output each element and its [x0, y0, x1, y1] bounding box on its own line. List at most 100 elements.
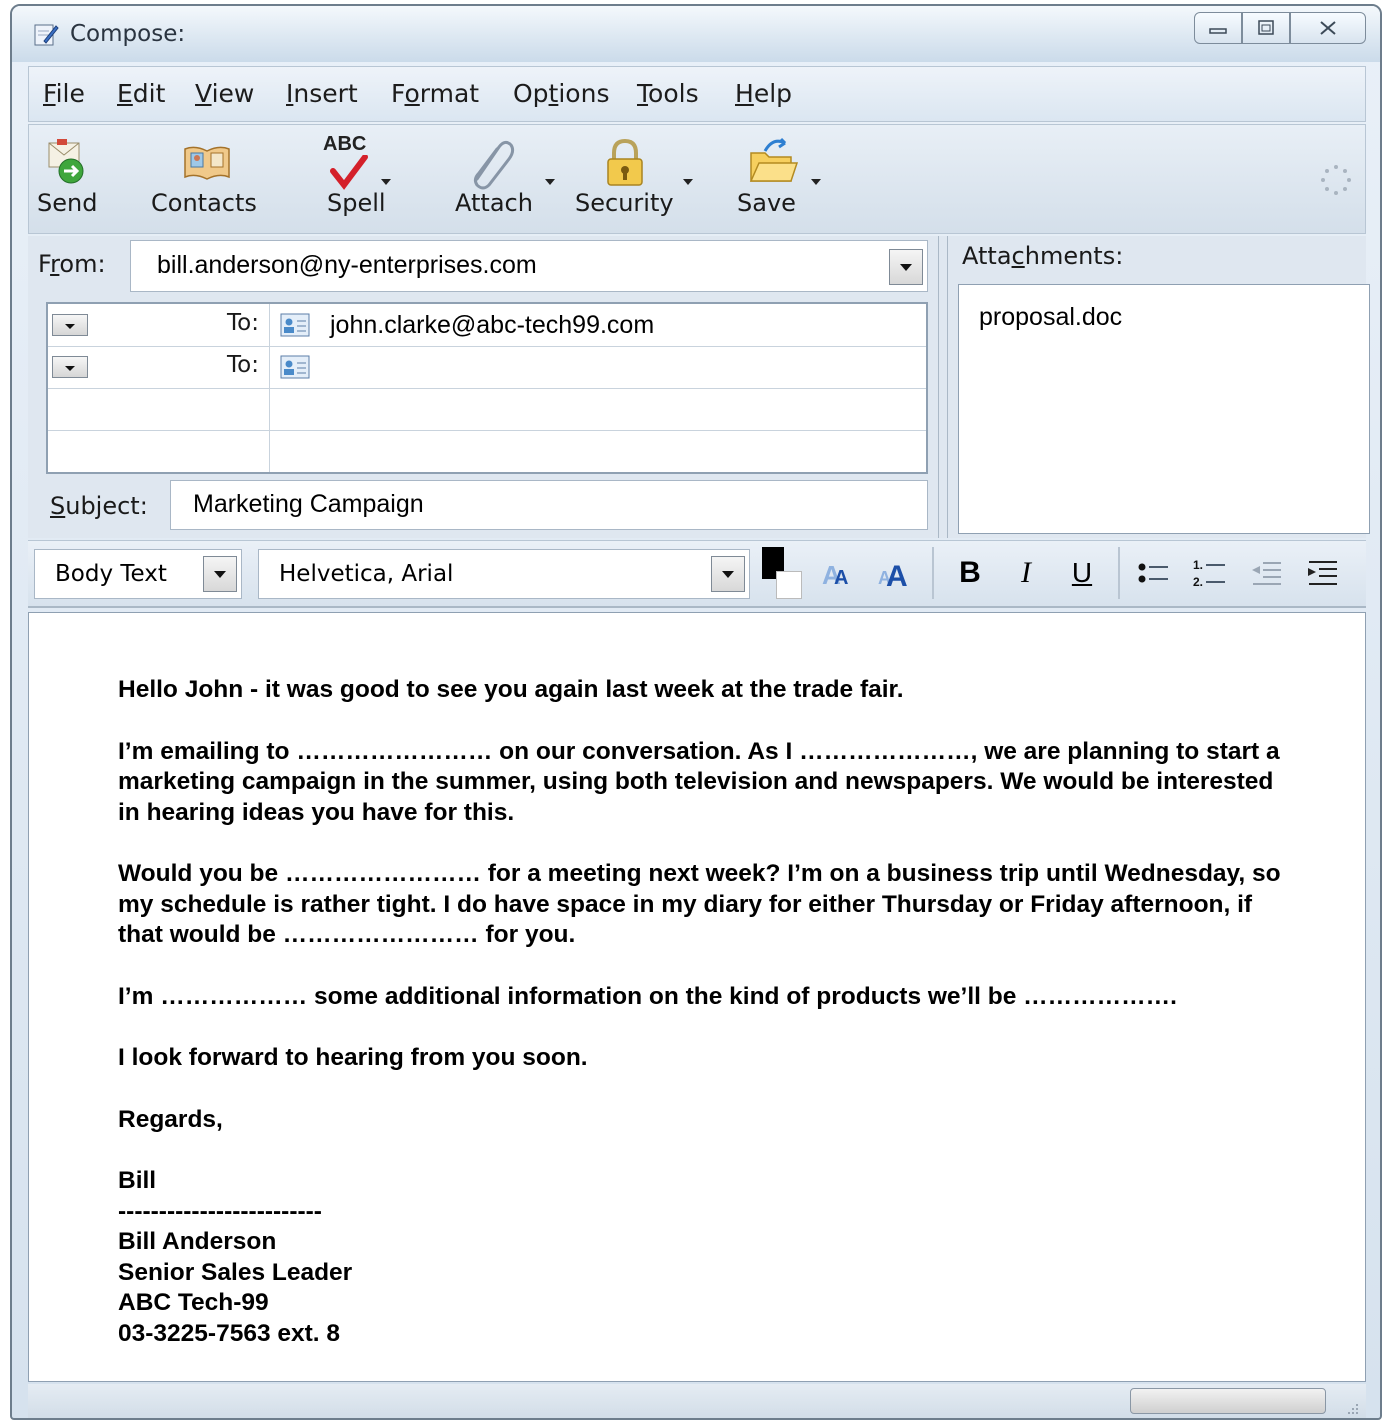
attachments-label: Attachments: [962, 242, 1124, 270]
svg-text:2.: 2. [1193, 575, 1203, 589]
recipient-type-selector[interactable]: To: [48, 346, 270, 388]
menu-options[interactable]: Options [513, 79, 609, 108]
svg-text:A: A [834, 567, 848, 589]
numbered-list-icon: 1. 2. [1193, 558, 1225, 589]
paperclip-icon [473, 140, 515, 190]
contacts-label: Contacts [151, 189, 257, 217]
maximize-button[interactable] [1242, 12, 1290, 44]
title-bar[interactable]: Compose: [12, 6, 1380, 62]
font-smaller-icon: A A [822, 560, 848, 590]
status-bar [28, 1384, 1366, 1418]
recipient-row[interactable]: To: john.clarke@abc-tech99.com [48, 304, 926, 347]
paragraph-style-dropdown-button[interactable] [203, 556, 237, 592]
recipient-type-cell [48, 388, 270, 430]
message-body-editor[interactable]: Hello John - it was good to see you agai… [28, 612, 1366, 1382]
window-title: Compose: [70, 21, 186, 47]
main-toolbar: Send Contacts ABC Spell Attach Security … [28, 124, 1366, 234]
close-button[interactable] [1290, 12, 1366, 44]
bulleted-list-button[interactable] [1132, 553, 1176, 593]
chevron-down-icon [900, 263, 912, 271]
numbered-list-button[interactable]: 1. 2. [1188, 553, 1232, 593]
attach-dropdown-arrow[interactable] [545, 179, 555, 185]
signature-separator: ------------------------- [118, 1197, 322, 1225]
signature-title: Senior Sales Leader [118, 1258, 353, 1286]
menu-help[interactable]: Help [735, 79, 792, 108]
increase-indent-button[interactable] [1300, 553, 1344, 593]
decrease-font-size-button[interactable]: A A [818, 553, 862, 593]
attachments-list[interactable]: proposal.doc [958, 284, 1370, 534]
recipient-type-label: To: [227, 352, 259, 378]
spell-button[interactable]: ABC Spell [315, 125, 395, 233]
attach-label: Attach [455, 189, 533, 217]
svg-text:A: A [886, 560, 908, 591]
from-field[interactable]: bill.anderson@ny-enterprises.com [130, 240, 928, 292]
recipient-row-empty[interactable] [48, 388, 926, 431]
minimize-button[interactable] [1194, 12, 1242, 44]
body-paragraph: Would you be …………………… for a meeting next… [118, 860, 1288, 948]
menu-file[interactable]: File [43, 79, 85, 108]
save-folder-icon [749, 137, 799, 182]
attachment-item[interactable]: proposal.doc [979, 303, 1122, 332]
spell-label: Spell [327, 189, 386, 217]
contacts-book-icon [184, 146, 230, 180]
security-label: Security [575, 189, 674, 217]
send-icon [48, 139, 84, 184]
contacts-button[interactable]: Contacts [151, 125, 271, 233]
menu-format[interactable]: Format [391, 79, 479, 108]
background-color-swatch [776, 571, 802, 599]
progress-bar [1130, 1388, 1326, 1414]
recipient-address[interactable]: john.clarke@abc-tech99.com [330, 311, 654, 340]
recipient-row-empty[interactable] [48, 430, 926, 472]
menu-tools[interactable]: Tools [637, 79, 699, 108]
save-dropdown-arrow[interactable] [811, 179, 821, 185]
outdent-icon [1252, 562, 1281, 585]
toolbar-separator [1118, 547, 1120, 599]
recipient-type-dropdown[interactable] [52, 314, 88, 336]
recipient-type-dropdown[interactable] [52, 356, 88, 378]
from-label: From: [38, 250, 106, 278]
recipient-row[interactable]: To: [48, 346, 926, 389]
from-dropdown-button[interactable] [889, 249, 923, 285]
menu-edit[interactable]: Edit [117, 79, 165, 108]
security-button[interactable]: Security [569, 125, 693, 233]
format-toolbar: Body Text Helvetica, Arial A A A A B I U… [28, 540, 1366, 608]
paragraph-style-select[interactable]: Body Text [34, 549, 242, 599]
bullet-list-icon [1138, 563, 1168, 583]
from-value: bill.anderson@ny-enterprises.com [157, 251, 537, 279]
save-label: Save [737, 189, 796, 217]
svg-text:1.: 1. [1193, 558, 1203, 572]
menu-insert[interactable]: Insert [286, 79, 358, 108]
chevron-down-icon [214, 570, 226, 578]
text-color-picker[interactable] [762, 547, 804, 601]
recipient-type-selector[interactable]: To: [48, 304, 270, 346]
body-paragraph: Bill [118, 1167, 157, 1194]
font-select[interactable]: Helvetica, Arial [258, 549, 750, 599]
security-dropdown-arrow[interactable] [683, 179, 693, 185]
compose-window: Compose: File Edit View Insert Format Op… [10, 4, 1382, 1420]
minimize-icon [1209, 28, 1227, 34]
font-dropdown-button[interactable] [711, 556, 745, 592]
spell-dropdown-arrow[interactable] [381, 179, 391, 185]
lock-icon [607, 138, 643, 186]
resize-grip-icon[interactable] [1342, 1398, 1360, 1416]
subject-field[interactable]: Marketing Campaign [170, 480, 928, 530]
bold-button[interactable]: B [948, 553, 992, 593]
italic-button[interactable]: I [1004, 553, 1048, 593]
decrease-indent-button[interactable] [1244, 553, 1288, 593]
address-card-icon [280, 355, 310, 379]
send-button[interactable]: Send [37, 125, 107, 233]
underline-button[interactable]: U [1060, 553, 1104, 593]
close-icon [1320, 21, 1336, 35]
header-splitter[interactable] [938, 236, 948, 538]
menu-view[interactable]: View [195, 79, 254, 108]
increase-font-size-button[interactable]: A A [874, 553, 918, 593]
signature-phone: 03-3225-7563 ext. 8 [118, 1319, 341, 1347]
maximize-icon [1258, 20, 1274, 35]
busy-throbber-icon [1321, 165, 1351, 195]
attach-button[interactable]: Attach [449, 125, 555, 233]
indent-icon [1308, 561, 1337, 585]
message-body-text[interactable]: Hello John - it was good to see you agai… [118, 675, 1298, 1349]
signature-company: ABC Tech-99 [118, 1289, 269, 1316]
save-button[interactable]: Save [733, 125, 825, 233]
body-paragraph: Regards, [118, 1105, 223, 1133]
